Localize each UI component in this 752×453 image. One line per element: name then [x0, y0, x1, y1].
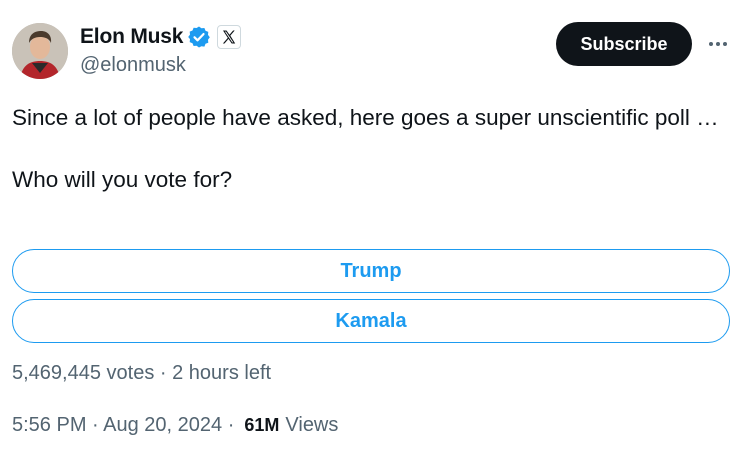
- verified-badge-icon[interactable]: [187, 25, 211, 49]
- x-affiliate-badge-icon[interactable]: [217, 25, 242, 49]
- tweet-text: Since a lot of people have asked, here g…: [12, 102, 732, 195]
- poll: Trump Kamala: [12, 249, 730, 349]
- tweet-question: Who will you vote for?: [12, 167, 233, 192]
- display-name[interactable]: Elon Musk: [80, 25, 183, 49]
- name-row: Elon Musk: [80, 24, 242, 50]
- poll-option-trump[interactable]: Trump: [12, 249, 730, 293]
- more-horizontal-icon[interactable]: [706, 32, 730, 56]
- views-label: Views: [285, 414, 339, 436]
- tweet-header: Elon Musk @elonmusk Subscribe: [12, 20, 740, 80]
- poll-meta: 5,469,445 votes · 2 hours left: [12, 362, 272, 384]
- timestamp[interactable]: 5:56 PM · Aug 20, 2024 ·: [12, 414, 234, 437]
- handle[interactable]: @elonmusk: [80, 54, 186, 77]
- poll-option-kamala[interactable]: Kamala: [12, 299, 730, 343]
- avatar[interactable]: [12, 23, 68, 79]
- views-count: 61M: [244, 415, 280, 435]
- tweet-footer: 5:56 PM · Aug 20, 2024 · 61M Views: [12, 414, 338, 437]
- subscribe-button[interactable]: Subscribe: [556, 22, 692, 66]
- tweet-text-line: Since a lot of people have asked, here g…: [12, 105, 719, 130]
